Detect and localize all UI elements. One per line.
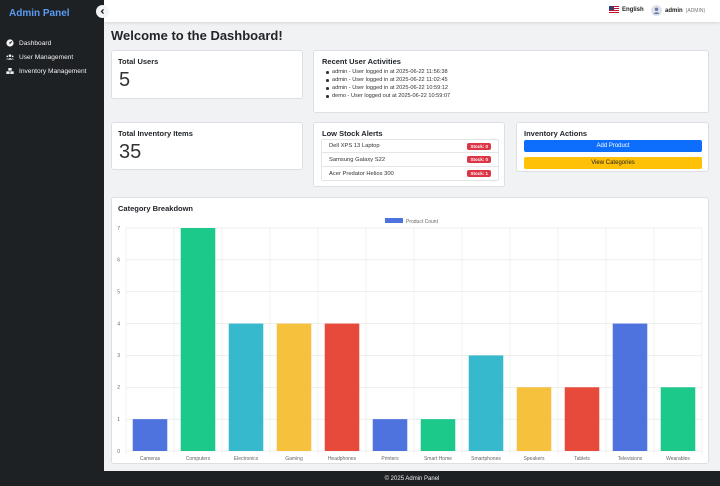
bar	[228, 323, 264, 451]
y-tick-label: 0	[117, 449, 120, 455]
language-label: English	[622, 6, 644, 13]
total-inventory-value: 35	[119, 141, 142, 163]
y-tick-label: 4	[117, 321, 120, 327]
y-tick-label: 3	[117, 353, 120, 359]
product-name: Samsung Galaxy S22	[329, 156, 386, 163]
chevron-left-icon	[100, 8, 104, 15]
bar	[564, 387, 600, 451]
users-icon	[5, 53, 14, 62]
sidebar-toggle-button[interactable]	[96, 5, 109, 18]
us-flag-icon	[609, 6, 619, 13]
x-tick-label: Printers	[381, 456, 399, 462]
card-title: Low Stock Alerts	[322, 129, 383, 138]
product-name: Acer Predator Helios 300	[329, 170, 394, 177]
user-menu[interactable]: admin (ADMIN)	[651, 5, 705, 16]
recent-activities-card: Recent User Activities admin - User logg…	[313, 50, 709, 113]
x-tick-label: Televisions	[618, 456, 643, 462]
product-name: Dell XPS 13 Laptop	[329, 143, 380, 149]
bar	[132, 419, 168, 451]
list-item: admin - User logged in at 2025-06-22 11:…	[326, 76, 450, 84]
brand-title[interactable]: Admin Panel	[9, 8, 70, 19]
x-tick-label: Cameras	[140, 456, 161, 462]
user-icon	[653, 7, 660, 15]
x-tick-label: Gaming	[285, 456, 303, 462]
bar	[324, 323, 360, 451]
x-tick-label: Electronics	[234, 456, 259, 462]
user-role: (ADMIN)	[685, 7, 706, 14]
language-selector[interactable]: English	[609, 6, 644, 13]
total-inventory-card: Total Inventory Items 35	[111, 122, 303, 170]
x-tick-label: Tablets	[574, 456, 590, 462]
bar	[612, 323, 648, 451]
list-item: Dell XPS 13 Laptop Stock: 0	[321, 139, 499, 153]
dashboard-icon	[5, 39, 14, 48]
card-title: Recent User Activities	[322, 57, 401, 66]
bar	[516, 387, 552, 451]
legend-swatch	[385, 218, 403, 223]
category-bar-chart: Product Count 0 1 2 3 4 5 6 7 Cameras Computers Ele…	[117, 218, 703, 462]
bar	[420, 419, 456, 451]
card-title: Total Users	[118, 57, 159, 66]
bar	[468, 355, 504, 451]
list-item: demo - User logged out at 2025-06-22 10:…	[326, 92, 450, 100]
view-categories-button[interactable]: View Categories	[524, 157, 702, 169]
add-product-button[interactable]: Add Product	[524, 140, 702, 152]
bar	[660, 387, 696, 451]
low-stock-card: Low Stock Alerts Dell XPS 13 Laptop Stoc…	[313, 122, 505, 187]
total-users-card: Total Users 5	[111, 50, 303, 99]
low-stock-list: Dell XPS 13 Laptop Stock: 0 Samsung Gala…	[321, 139, 499, 181]
y-tick-label: 2	[117, 385, 120, 391]
sidebar-item-label: Dashboard	[19, 39, 52, 47]
top-bar: English admin (ADMIN)	[104, 0, 720, 22]
x-tick-label: Speakers	[523, 456, 545, 462]
sidebar-item-user-management[interactable]: User Management	[5, 52, 73, 62]
stock-badge: Stock: 0	[467, 142, 491, 150]
list-item: admin - User logged in at 2025-06-22 11:…	[326, 68, 450, 76]
x-tick-label: Wearables	[666, 456, 690, 462]
y-tick-label: 6	[117, 258, 120, 264]
bar	[276, 323, 312, 451]
inventory-actions-card: Inventory Actions Add Product View Categ…	[516, 122, 709, 172]
x-tick-label: Headphones	[328, 456, 357, 462]
sidebar-item-inventory-management[interactable]: Inventory Management	[5, 66, 86, 76]
x-tick-label: Smart Home	[424, 456, 452, 462]
legend-label: Product Count	[406, 219, 439, 225]
bar	[372, 419, 408, 451]
total-users-value: 5	[119, 69, 131, 91]
y-tick-label: 1	[117, 417, 120, 423]
page-title: Welcome to the Dashboard!	[111, 28, 283, 43]
bar	[180, 228, 216, 451]
y-tick-label: 5	[117, 290, 120, 296]
y-tick-label: 7	[117, 226, 120, 232]
list-item: admin - User logged in at 2025-06-22 10:…	[326, 84, 450, 92]
category-breakdown-card: Category Breakdown Product Count 0 1 2 3 4 5 6 7…	[111, 197, 709, 464]
avatar	[651, 5, 662, 16]
sidebar-item-label: Inventory Management	[19, 67, 87, 75]
card-title: Inventory Actions	[524, 129, 588, 138]
sidebar: Admin Panel Dashboard User Management In…	[0, 0, 104, 486]
list-item: Samsung Galaxy S22 Stock: 0	[321, 153, 499, 167]
sidebar-item-dashboard[interactable]: Dashboard	[5, 38, 51, 48]
user-name: admin	[665, 7, 683, 14]
footer: © 2025 Admin Panel	[104, 471, 720, 486]
stock-badge: Stock: 0	[467, 156, 491, 163]
stock-badge: Stock: 1	[467, 170, 491, 177]
x-tick-label: Smartphones	[471, 456, 501, 462]
x-tick-label: Computers	[186, 456, 211, 462]
activities-list: admin - User logged in at 2025-06-22 11:…	[326, 68, 450, 100]
sidebar-item-label: User Management	[19, 53, 74, 61]
boxes-icon	[5, 67, 14, 76]
list-item: Acer Predator Helios 300 Stock: 1	[321, 167, 499, 181]
card-title: Total Inventory Items	[118, 129, 193, 138]
